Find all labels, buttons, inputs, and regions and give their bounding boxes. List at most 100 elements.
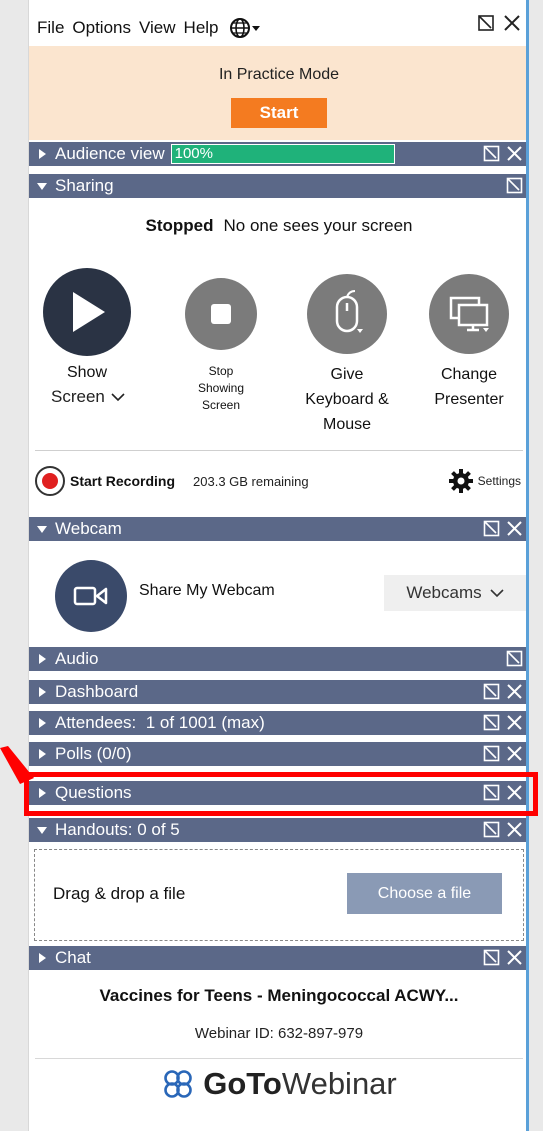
handout-dropzone[interactable]: Drag & drop a file Choose a file: [34, 849, 524, 941]
choose-file-button[interactable]: Choose a file: [347, 873, 502, 914]
start-button[interactable]: Start: [231, 98, 327, 128]
menu-bar: File Options View Help: [29, 10, 529, 46]
collapse-triangle-icon[interactable]: [29, 524, 55, 534]
expand-triangle-icon[interactable]: [29, 148, 55, 160]
stop-icon: [211, 304, 231, 324]
share-webcam-label: Share My Webcam: [139, 582, 275, 599]
pane-title: Dashboard: [55, 682, 139, 701]
undock-icon[interactable]: [483, 145, 500, 162]
record-button[interactable]: [35, 466, 65, 496]
recording-row: Start Recording 203.3 GB remaining Setti…: [35, 466, 523, 496]
close-icon[interactable]: [503, 14, 521, 32]
undock-icon[interactable]: [483, 714, 500, 731]
pane-webcam[interactable]: Webcam: [29, 517, 529, 542]
mouse-icon: [335, 290, 363, 333]
language-menu[interactable]: [229, 17, 261, 39]
divider: [35, 450, 523, 451]
pane-polls[interactable]: Polls (0/0): [29, 742, 529, 767]
undock-icon[interactable]: [506, 177, 523, 194]
pane-dashboard[interactable]: Dashboard: [29, 680, 529, 705]
audience-view-progress: 100%: [170, 144, 395, 164]
show-screen-button[interactable]: [43, 268, 131, 356]
stop-line-3: Screen: [201, 398, 241, 412]
pane-chat[interactable]: Chat: [29, 946, 529, 971]
expand-triangle-icon[interactable]: [29, 952, 55, 964]
pane-title: Chat: [55, 948, 91, 967]
pane-title: Sharing: [55, 176, 114, 195]
logo-light-text: Webinar: [281, 1066, 397, 1101]
play-icon: [73, 292, 105, 332]
stop-line-2: Showing: [197, 381, 245, 395]
close-icon[interactable]: [506, 745, 523, 762]
undock-icon[interactable]: [483, 745, 500, 762]
pane-title: Webcam: [55, 519, 122, 538]
undock-icon[interactable]: [483, 520, 500, 537]
close-icon[interactable]: [506, 520, 523, 537]
video-camera-icon: [73, 586, 108, 606]
webcams-select-label: Webcams: [406, 583, 482, 602]
menu-view[interactable]: View: [139, 18, 176, 38]
settings-button[interactable]: Settings: [448, 468, 521, 494]
menu-help[interactable]: Help: [184, 18, 219, 38]
share-webcam-button[interactable]: [55, 560, 127, 632]
give-line-1: Give: [330, 366, 364, 383]
undock-icon[interactable]: [506, 650, 523, 667]
screen-select-label: Screen: [51, 387, 105, 406]
change-line-2: Presenter: [434, 391, 504, 408]
gotowebinar-control-panel: File Options View Help In Practice Mode …: [28, 0, 529, 1131]
pane-attendees[interactable]: Attendees: 1 of 1001 (max): [29, 711, 529, 736]
undock-icon[interactable]: [483, 949, 500, 966]
start-recording-label[interactable]: Start Recording: [70, 473, 175, 489]
give-line-3: Mouse: [322, 416, 372, 433]
gear-icon: [448, 469, 473, 493]
menu-options[interactable]: Options: [72, 18, 131, 38]
close-icon[interactable]: [506, 821, 523, 838]
caret-down-icon: [251, 26, 260, 31]
pane-sharing[interactable]: Sharing: [29, 174, 529, 199]
presenter-monitors-icon: [449, 296, 489, 332]
menu-file[interactable]: File: [37, 18, 64, 38]
change-presenter-label: Change Presenter: [415, 362, 523, 412]
storage-remaining: 203.3 GB remaining: [193, 473, 309, 489]
close-icon[interactable]: [506, 949, 523, 966]
collapse-triangle-icon[interactable]: [29, 181, 55, 191]
change-line-1: Change: [440, 366, 498, 383]
pane-title: Attendees: 1 of 1001 (max): [55, 713, 265, 732]
pane-title: Handouts: 0 of 5: [55, 820, 180, 839]
close-icon[interactable]: [506, 714, 523, 731]
window-controls: [477, 14, 521, 32]
show-label: Show: [66, 364, 108, 381]
pane-audience-view[interactable]: Audience view 100%: [29, 142, 529, 167]
settings-label: Settings: [477, 474, 521, 488]
record-icon: [42, 473, 58, 489]
close-icon[interactable]: [506, 145, 523, 162]
undock-icon[interactable]: [483, 683, 500, 700]
screen-select[interactable]: Screen: [51, 387, 125, 407]
webcams-select[interactable]: Webcams: [384, 575, 526, 611]
change-presenter-button[interactable]: [429, 274, 509, 354]
pane-handouts[interactable]: Handouts: 0 of 5: [29, 818, 529, 843]
stop-line-1: Stop: [208, 364, 234, 378]
give-keyboard-mouse-button[interactable]: [307, 274, 387, 354]
expand-triangle-icon[interactable]: [29, 686, 55, 698]
collapse-triangle-icon[interactable]: [29, 825, 55, 835]
undock-icon[interactable]: [477, 14, 495, 32]
globe-icon: [229, 18, 250, 38]
stop-showing-button[interactable]: [185, 278, 257, 350]
logo-bold-text: GoTo: [203, 1066, 282, 1101]
undock-icon[interactable]: [483, 821, 500, 838]
webinar-title: Vaccines for Teens - Meningococcal ACWY.…: [99, 986, 459, 1005]
pane-audio[interactable]: Audio: [29, 647, 529, 672]
expand-triangle-icon[interactable]: [29, 717, 55, 729]
gotowebinar-logo: GoToWebinar: [29, 1066, 529, 1102]
expand-triangle-icon[interactable]: [29, 653, 55, 665]
practice-mode-banner: In Practice Mode Start: [29, 46, 529, 140]
practice-mode-label: In Practice Mode: [218, 66, 340, 83]
chevron-down-icon: [490, 588, 504, 597]
gotowebinar-logo-icon: [164, 1070, 193, 1098]
drop-label: Drag & drop a file: [53, 884, 186, 903]
close-icon[interactable]: [506, 683, 523, 700]
give-line-2: Keyboard &: [305, 391, 389, 408]
sharing-status-text: No one sees your screen: [223, 216, 413, 235]
pane-title: Polls (0/0): [55, 744, 132, 763]
